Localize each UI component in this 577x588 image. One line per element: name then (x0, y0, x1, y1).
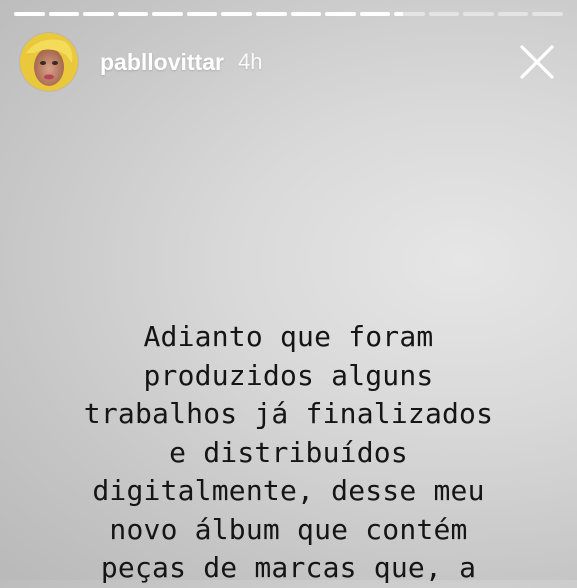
story-progress-segment (48, 12, 80, 16)
story-progress-segment (255, 12, 287, 16)
story-progress-segment (186, 12, 218, 16)
story-progress-fill (186, 12, 218, 16)
story-progress-fill (359, 12, 391, 16)
close-button[interactable] (517, 42, 557, 82)
caption-line: novo álbum que contém (109, 512, 468, 546)
story-progress-fill (394, 12, 404, 16)
story-progress-segment (463, 12, 494, 16)
story-progress-fill (117, 12, 149, 16)
story-progress-segment (83, 12, 114, 16)
story-progress-segment (152, 12, 183, 16)
story-progress-segment (532, 12, 563, 16)
story-progress-segment (497, 12, 529, 16)
story-progress-segment (117, 12, 149, 16)
story-progress-bar (14, 12, 563, 16)
story-progress-fill (152, 12, 183, 16)
caption-line: digitalmente, desse meu (92, 474, 485, 507)
avatar[interactable] (20, 33, 78, 91)
story-progress-fill (255, 12, 287, 16)
story-progress-segment (394, 12, 425, 16)
story-caption: Adianto que foram produzidos alguns trabal… (0, 318, 577, 588)
story-progress-segment (221, 12, 252, 16)
caption-line: e distribuídos (169, 435, 408, 469)
caption-line: produzidos alguns (143, 358, 434, 392)
story-progress-segment (359, 12, 391, 16)
story-progress-fill (290, 12, 322, 16)
story-progress-fill (14, 12, 45, 16)
story-header: pabllovittar 4h (20, 32, 563, 92)
story-progress-segment (428, 12, 460, 16)
avatar-image (20, 33, 78, 91)
story-timestamp: 4h (237, 49, 263, 74)
story-progress-segment (290, 12, 322, 16)
story-progress-fill (48, 12, 80, 16)
story-progress-fill (325, 12, 356, 16)
story-progress-segment (14, 12, 45, 16)
caption-line: Adianto que foram (143, 320, 434, 353)
caption-line: trabalhos já finalizados (83, 397, 494, 430)
story-progress-segment (325, 12, 356, 16)
story-progress-fill (221, 12, 252, 16)
caption-line: peças de marcas que, a (100, 551, 477, 584)
story-progress-fill (83, 12, 114, 16)
story-username[interactable]: pabllovittar (100, 49, 224, 76)
close-icon (520, 45, 554, 79)
